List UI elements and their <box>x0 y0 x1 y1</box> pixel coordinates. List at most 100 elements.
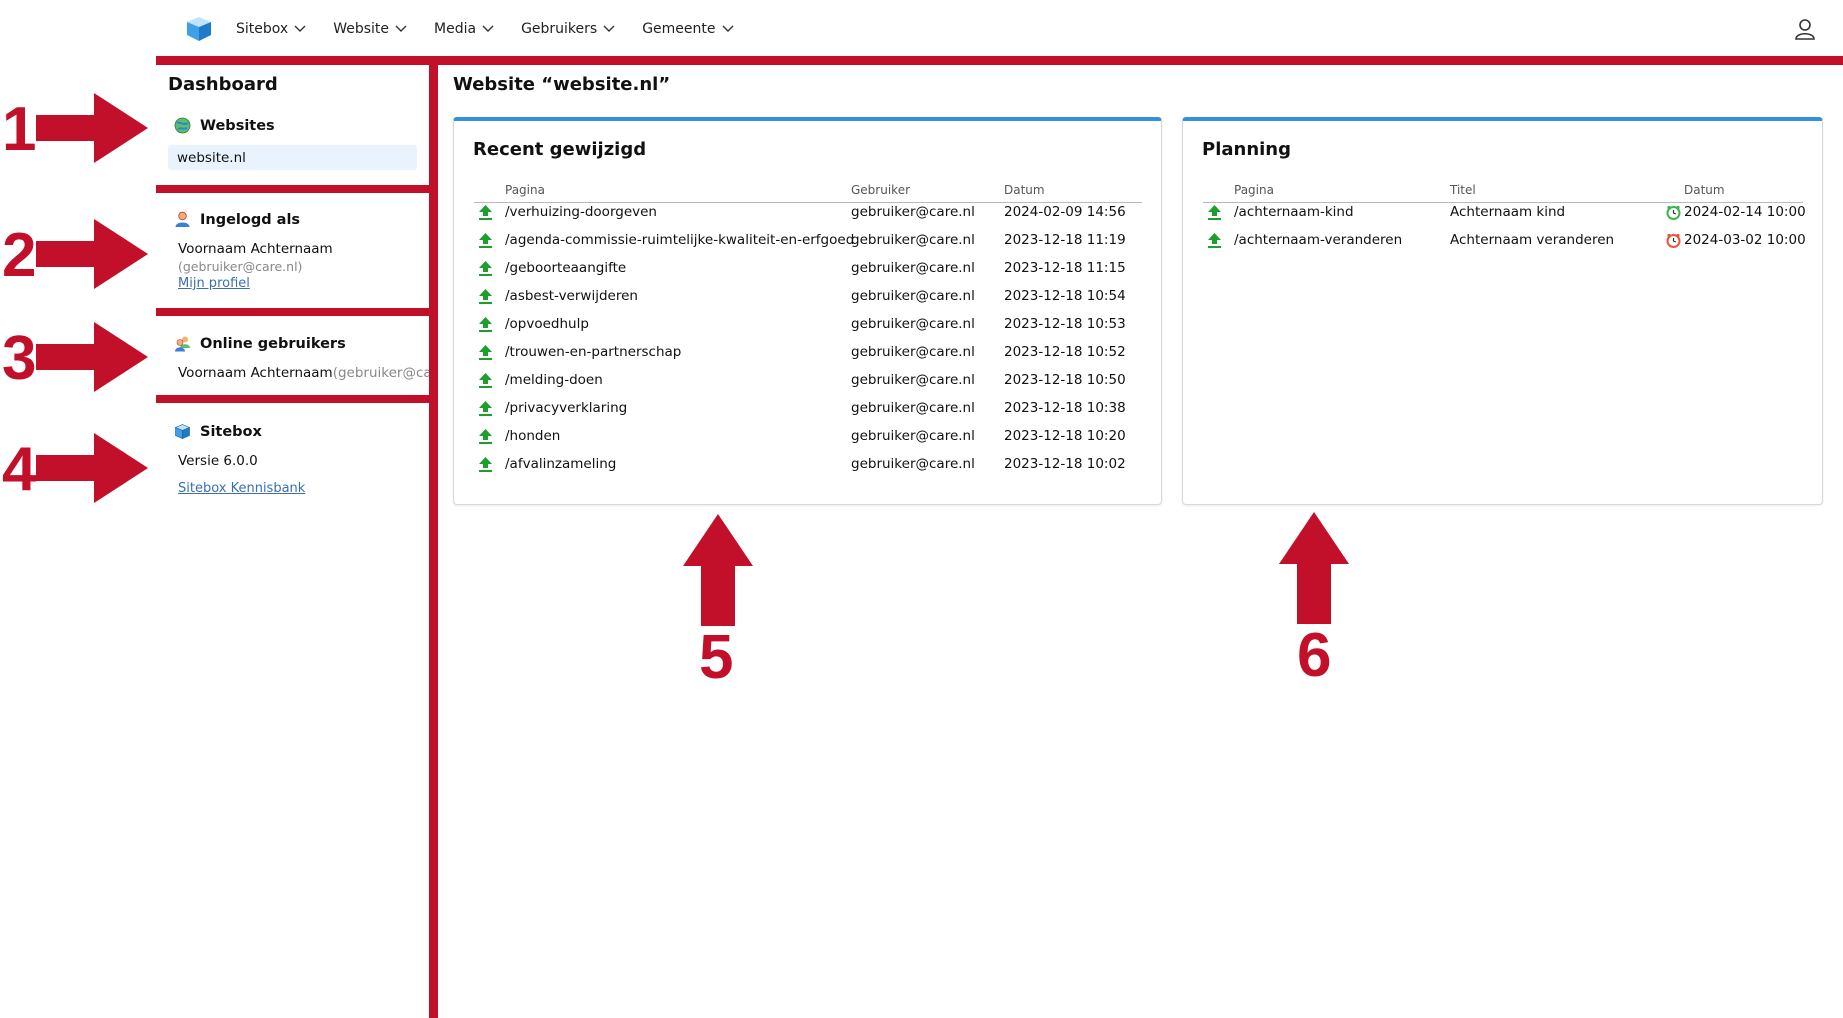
table-row[interactable]: /trouwen-en-partnerschap gebruiker@care.n… <box>474 339 1142 367</box>
user-account-icon[interactable] <box>1793 17 1817 41</box>
row-user: gebruiker@care.nl <box>851 316 975 332</box>
row-date: 2023-12-18 10:52 <box>1004 344 1126 360</box>
row-user: gebruiker@care.nl <box>851 260 975 276</box>
row-user: gebruiker@care.nl <box>851 232 975 248</box>
annotation-frame-top <box>156 56 1843 65</box>
logged-in-heading: Ingelogd als <box>174 211 300 228</box>
row-page[interactable]: /verhuizing-doorgeven <box>505 204 657 220</box>
published-upload-icon <box>479 345 492 360</box>
published-upload-icon <box>479 317 492 332</box>
published-upload-icon <box>479 205 492 220</box>
nav-sitebox[interactable]: Sitebox <box>236 21 306 37</box>
table-row[interactable]: /achternaam-kind Achternaam kind 2024-02-1… <box>1203 199 1806 227</box>
sitebox-version: Versie 6.0.0 <box>178 453 258 469</box>
published-upload-icon <box>1208 205 1221 220</box>
alarm-clock-icon <box>1666 205 1681 220</box>
column-header-date: Datum <box>1684 183 1725 197</box>
row-page[interactable]: /agenda-commissie-ruimtelijke-kwaliteit-… <box>505 232 854 248</box>
annotation-arrow-right-icon <box>36 219 148 289</box>
websites-heading-label: Websites <box>200 117 275 134</box>
nav-website[interactable]: Website <box>333 21 407 37</box>
annotation-number-1: 1 <box>2 95 37 164</box>
annotation-number-5: 5 <box>699 623 734 692</box>
row-date: 2023-12-18 10:50 <box>1004 372 1126 388</box>
table-row[interactable]: /asbest-verwijderen gebruiker@care.nl 2023… <box>474 283 1142 311</box>
row-date: 2024-03-02 10:00 <box>1684 232 1806 248</box>
table-row[interactable]: /melding-doen gebruiker@care.nl 2023-12-18… <box>474 367 1142 395</box>
table-row[interactable]: /geboorteaangifte gebruiker@care.nl 2023-1… <box>474 255 1142 283</box>
table-row[interactable]: /privacyverklaring gebruiker@care.nl 2023-… <box>474 395 1142 423</box>
nav-gemeente[interactable]: Gemeente <box>642 20 734 37</box>
online-user-entry: Voornaam Achternaam(gebruiker@care <box>178 365 429 381</box>
column-header-user: Gebruiker <box>851 183 911 197</box>
annotation-separator <box>156 308 429 316</box>
page: Sitebox Website Media Gebruikers Gemeent… <box>0 0 1843 1018</box>
table-row[interactable]: /afvalinzameling gebruiker@care.nl 2023-12… <box>474 451 1142 479</box>
row-page[interactable]: /melding-doen <box>505 372 603 388</box>
row-page[interactable]: /geboorteaangifte <box>505 260 626 276</box>
nav-gemeente-label: Gemeente <box>642 20 716 37</box>
annotation-number-2: 2 <box>2 221 37 290</box>
globe-icon <box>174 117 191 134</box>
published-upload-icon <box>479 401 492 416</box>
online-user-name: Voornaam Achternaam <box>178 365 333 381</box>
recent-changes-panel: Recent gewijzigd Pagina Gebruiker Datum … <box>453 117 1162 505</box>
chevron-down-icon <box>395 25 407 32</box>
row-page[interactable]: /honden <box>505 428 560 444</box>
nav-sitebox-label: Sitebox <box>236 20 289 37</box>
table-row[interactable]: /agenda-commissie-ruimtelijke-kwaliteit-… <box>474 227 1142 255</box>
online-user-email: (gebruiker@care <box>332 365 429 381</box>
annotation-separator <box>156 395 429 403</box>
published-upload-icon <box>479 373 492 388</box>
sitebox-logo-icon[interactable] <box>184 14 214 44</box>
table-row[interactable]: /opvoedhulp gebruiker@care.nl 2023-12-18 1… <box>474 311 1142 339</box>
published-upload-icon <box>479 429 492 444</box>
nav-gebruikers[interactable]: Gebruikers <box>521 21 615 37</box>
annotation-separator <box>156 185 429 193</box>
row-date: 2023-12-18 10:38 <box>1004 400 1126 416</box>
column-header-page: Pagina <box>505 183 545 197</box>
page-title: Website “website.nl” <box>453 74 671 95</box>
table-row[interactable]: /achternaam-veranderen Achternaam verande… <box>1203 227 1806 255</box>
sitebox-heading-label: Sitebox <box>200 423 262 440</box>
row-date: 2023-12-18 10:53 <box>1004 316 1126 332</box>
column-header-date: Datum <box>1004 183 1045 197</box>
row-date: 2023-12-18 10:54 <box>1004 288 1126 304</box>
users-icon <box>175 336 190 352</box>
chevron-down-icon <box>294 25 306 32</box>
annotation-arrow-right-icon <box>36 433 148 503</box>
chevron-down-icon <box>482 25 494 32</box>
online-users-heading: Online gebruikers <box>174 335 346 352</box>
row-date: 2023-12-18 10:02 <box>1004 456 1126 472</box>
row-user: gebruiker@care.nl <box>851 372 975 388</box>
website-item[interactable]: website.nl <box>168 145 417 170</box>
row-page[interactable]: /afvalinzameling <box>505 456 616 472</box>
logged-in-email: (gebruiker@care.nl) <box>178 259 303 274</box>
annotation-arrow-up-icon <box>683 514 753 626</box>
row-page[interactable]: /asbest-verwijderen <box>505 288 638 304</box>
my-profile-link[interactable]: Mijn profiel <box>178 276 250 291</box>
annotation-arrow-right-icon <box>36 322 148 392</box>
column-header-page: Pagina <box>1234 183 1274 197</box>
online-users-heading-label: Online gebruikers <box>200 335 346 352</box>
row-date: 2023-12-18 10:20 <box>1004 428 1126 444</box>
nav-media[interactable]: Media <box>434 21 494 37</box>
table-row[interactable]: /verhuizing-doorgeven gebruiker@care.nl 20… <box>474 199 1142 227</box>
nav-media-label: Media <box>434 20 477 37</box>
row-page[interactable]: /trouwen-en-partnerschap <box>505 344 681 360</box>
row-user: gebruiker@care.nl <box>851 428 975 444</box>
table-row[interactable]: /honden gebruiker@care.nl 2023-12-18 10:20 <box>474 423 1142 451</box>
published-upload-icon <box>479 289 492 304</box>
row-title: Achternaam veranderen <box>1450 232 1615 248</box>
websites-heading: Websites <box>174 117 275 134</box>
row-user: gebruiker@care.nl <box>851 288 975 304</box>
row-page[interactable]: /achternaam-veranderen <box>1234 232 1402 248</box>
sitebox-icon <box>174 424 191 439</box>
logged-in-heading-label: Ingelogd als <box>200 211 301 228</box>
row-page[interactable]: /opvoedhulp <box>505 316 589 332</box>
sitebox-kennisbank-link[interactable]: Sitebox Kennisbank <box>178 481 305 496</box>
row-page[interactable]: /privacyverklaring <box>505 400 627 416</box>
nav-website-label: Website <box>333 20 389 37</box>
row-user: gebruiker@care.nl <box>851 456 975 472</box>
row-page[interactable]: /achternaam-kind <box>1234 204 1354 220</box>
